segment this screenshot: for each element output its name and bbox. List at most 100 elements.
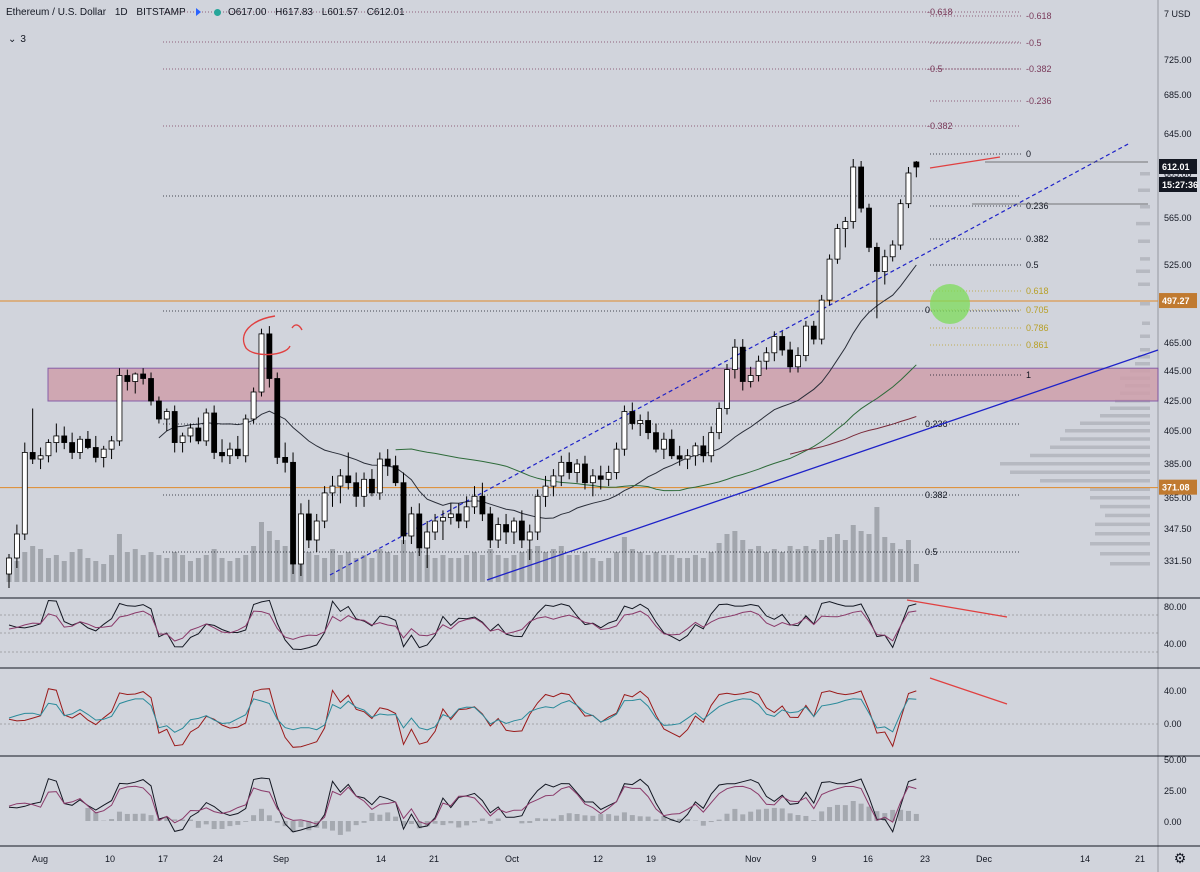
macd-histogram-bar — [109, 819, 115, 821]
indicator-count: 3 — [20, 34, 26, 45]
candle-body — [369, 478, 375, 494]
candle-body — [21, 452, 28, 535]
fib-label: -0.5 — [1026, 38, 1042, 48]
macd-histogram-bar — [858, 803, 864, 821]
volume-profile-bar — [1140, 205, 1150, 209]
candle-body — [400, 482, 407, 537]
volume-bar — [716, 543, 722, 582]
candle-body — [487, 513, 494, 541]
y-tick-label: 385.00 — [1164, 459, 1192, 469]
volume-bar — [337, 555, 343, 582]
y-tick-label: 645.00 — [1164, 129, 1192, 139]
candle-body — [503, 524, 509, 533]
candle-body — [605, 472, 612, 480]
volume-profile-bar — [1140, 257, 1150, 261]
x-tick-label: 16 — [863, 854, 873, 864]
macd-histogram-bar — [850, 801, 856, 821]
volume-profile-bar — [1100, 504, 1150, 509]
volume-bar — [677, 558, 683, 582]
x-tick-label: Dec — [976, 854, 993, 864]
volume-bar — [582, 552, 588, 582]
macd-histogram-bar — [464, 821, 470, 826]
macd-histogram-bar — [258, 808, 264, 821]
candle-body — [795, 355, 801, 368]
volume-bar — [172, 552, 178, 582]
candle-body — [858, 166, 865, 209]
macd-histogram-bar — [535, 818, 541, 821]
candle-body — [45, 442, 52, 457]
fib-extension-label: -0.618 — [927, 7, 953, 17]
macd-histogram-bar — [408, 821, 414, 825]
macd-histogram-bar — [487, 821, 493, 824]
macd-histogram-bar — [472, 821, 478, 823]
candle-body — [290, 461, 296, 565]
y-tick-label: 347.50 — [1164, 524, 1192, 534]
candle-body — [526, 531, 533, 541]
volume-profile-bar — [1050, 445, 1150, 449]
volume-bar — [38, 549, 44, 582]
macd-histogram-bar — [566, 813, 572, 821]
candle-body — [140, 373, 147, 379]
macd-histogram-bar — [124, 813, 130, 821]
symbol-name[interactable]: Ethereum / U.S. Dollar — [6, 7, 106, 18]
macd-histogram-bar — [369, 812, 375, 821]
macd-histogram-bar — [132, 813, 138, 821]
divergence-line-stoch — [929, 677, 1008, 705]
x-tick-label: 9 — [811, 854, 816, 864]
candle-body — [392, 465, 399, 484]
y-tick-label: 465.00 — [1164, 338, 1192, 348]
macd-histogram-bar — [558, 815, 564, 821]
volume-bar — [827, 537, 833, 582]
volume-bar — [756, 546, 762, 582]
candle-body — [179, 435, 186, 443]
macd-histogram-bar — [274, 821, 280, 823]
macd-histogram-bar — [811, 820, 817, 821]
candle-body — [613, 448, 620, 473]
volume-profile-bar — [1135, 362, 1150, 366]
volume-bar — [30, 546, 36, 582]
level-price-label: 497.27 — [1162, 296, 1190, 306]
candle-body — [187, 427, 194, 437]
candle-body — [700, 445, 707, 457]
ohlc-open: O617.00 — [228, 7, 267, 18]
chevron-down-icon[interactable]: ⌄ — [8, 34, 16, 45]
candle-body — [92, 447, 99, 458]
y-tick-label: 525.00 — [1164, 260, 1192, 270]
chart-root[interactable]: 7 USD725.00685.00645.00605.00565.00525.0… — [0, 0, 1200, 872]
volume-bar — [456, 558, 462, 582]
candle-body — [558, 461, 565, 477]
candle-body — [132, 373, 139, 382]
gear-icon[interactable]: ⚙ — [1172, 850, 1188, 866]
candle-body — [866, 207, 872, 248]
volume-bar — [645, 555, 651, 582]
candle-body — [747, 375, 754, 382]
candle-body — [424, 531, 431, 549]
rsi-tick-label: 40.00 — [1164, 639, 1187, 649]
fib-extension-label: -0.5 — [927, 64, 943, 74]
volume-bar — [795, 549, 801, 582]
volume-profile-bar — [1105, 513, 1150, 518]
volume-bar — [45, 558, 51, 582]
candle-body — [69, 442, 76, 453]
volume-profile-bar — [1095, 532, 1150, 536]
interval-label[interactable]: 1D — [115, 7, 128, 18]
volume-bar — [345, 552, 351, 582]
macd-histogram-bar — [495, 818, 501, 821]
stoch-signal-line — [8, 698, 917, 733]
macd-histogram-bar — [606, 814, 612, 821]
fib-extension-label: 0 — [925, 305, 930, 315]
candle-body — [274, 378, 281, 458]
volume-bar — [235, 558, 241, 582]
macd-histogram-bar — [913, 813, 919, 821]
volume-bar — [440, 555, 446, 582]
chart-canvas[interactable]: 7 USD725.00685.00645.00605.00565.00525.0… — [0, 0, 1200, 872]
volume-bar — [195, 558, 201, 582]
resistance-zone — [47, 367, 1159, 402]
annotation-arrow — [242, 315, 303, 356]
flag-icon[interactable] — [196, 8, 202, 17]
volume-bar — [472, 552, 478, 582]
volume-bar — [771, 549, 777, 582]
indicator-toggle[interactable]: ⌄ 3 — [8, 34, 26, 45]
y-tick-label: 685.00 — [1164, 90, 1192, 100]
fib-label: 0.618 — [1026, 286, 1049, 296]
